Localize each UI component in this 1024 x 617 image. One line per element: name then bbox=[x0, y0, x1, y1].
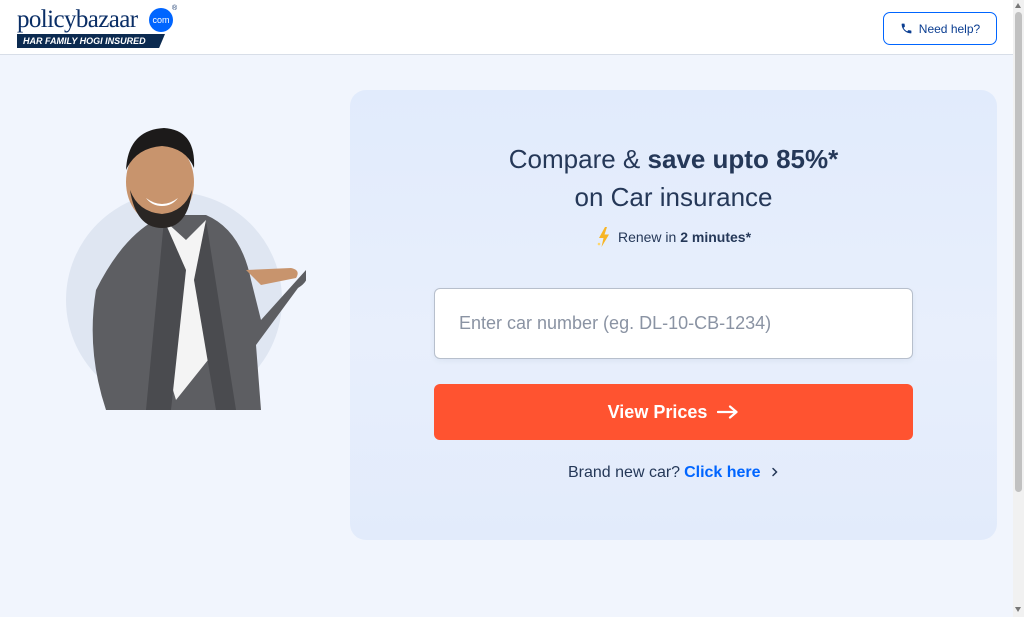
headline-line-2: on Car insurance bbox=[574, 182, 773, 212]
car-number-input[interactable] bbox=[434, 288, 913, 359]
scroll-down-arrow-icon[interactable] bbox=[1015, 607, 1021, 612]
brand-new-car-row: Brand new car? Click here bbox=[350, 464, 997, 482]
renew-prefix: Renew in bbox=[617, 229, 681, 245]
logo-com-badge: com bbox=[149, 8, 173, 32]
headline-strong: save upto 85%* bbox=[647, 144, 839, 174]
renew-duration: 2 minutes* bbox=[680, 229, 752, 245]
view-prices-label: View Prices bbox=[607, 401, 708, 422]
headline-light: Compare & bbox=[508, 144, 648, 174]
brand-new-car-text: Brand new car? bbox=[568, 464, 681, 481]
page-title: Compare & save upto 85%* on Car insuranc… bbox=[350, 140, 997, 216]
logo-tagline: HAR FAMILY HOGI INSURED bbox=[17, 34, 165, 48]
chevron-right-icon bbox=[772, 467, 778, 477]
click-here-label: Click here bbox=[684, 464, 761, 481]
quote-panel: Compare & save upto 85%* on Car insuranc… bbox=[350, 90, 997, 540]
lightning-icon bbox=[597, 227, 609, 247]
policybazaar-logo[interactable]: policybazaar com ® HAR FAMILY HOGI INSUR… bbox=[17, 5, 187, 50]
page-scrollbar[interactable] bbox=[1013, 0, 1024, 617]
brand-ambassador-image bbox=[66, 128, 306, 410]
logo-wordmark: policybazaar bbox=[17, 6, 138, 33]
view-prices-button[interactable]: View Prices bbox=[434, 384, 913, 440]
top-header: policybazaar com ® HAR FAMILY HOGI INSUR… bbox=[0, 0, 1013, 55]
need-help-button[interactable]: Need help? bbox=[883, 12, 997, 45]
scroll-thumb[interactable] bbox=[1015, 12, 1022, 492]
arrow-right-icon bbox=[717, 405, 738, 419]
phone-icon bbox=[901, 23, 912, 34]
click-here-link[interactable]: Click here bbox=[684, 464, 779, 482]
scroll-up-arrow-icon[interactable] bbox=[1015, 3, 1021, 8]
logo-registered-mark: ® bbox=[172, 5, 178, 12]
need-help-label: Need help? bbox=[918, 21, 981, 36]
renew-time-note: Renew in 2 minutes* bbox=[350, 226, 997, 248]
